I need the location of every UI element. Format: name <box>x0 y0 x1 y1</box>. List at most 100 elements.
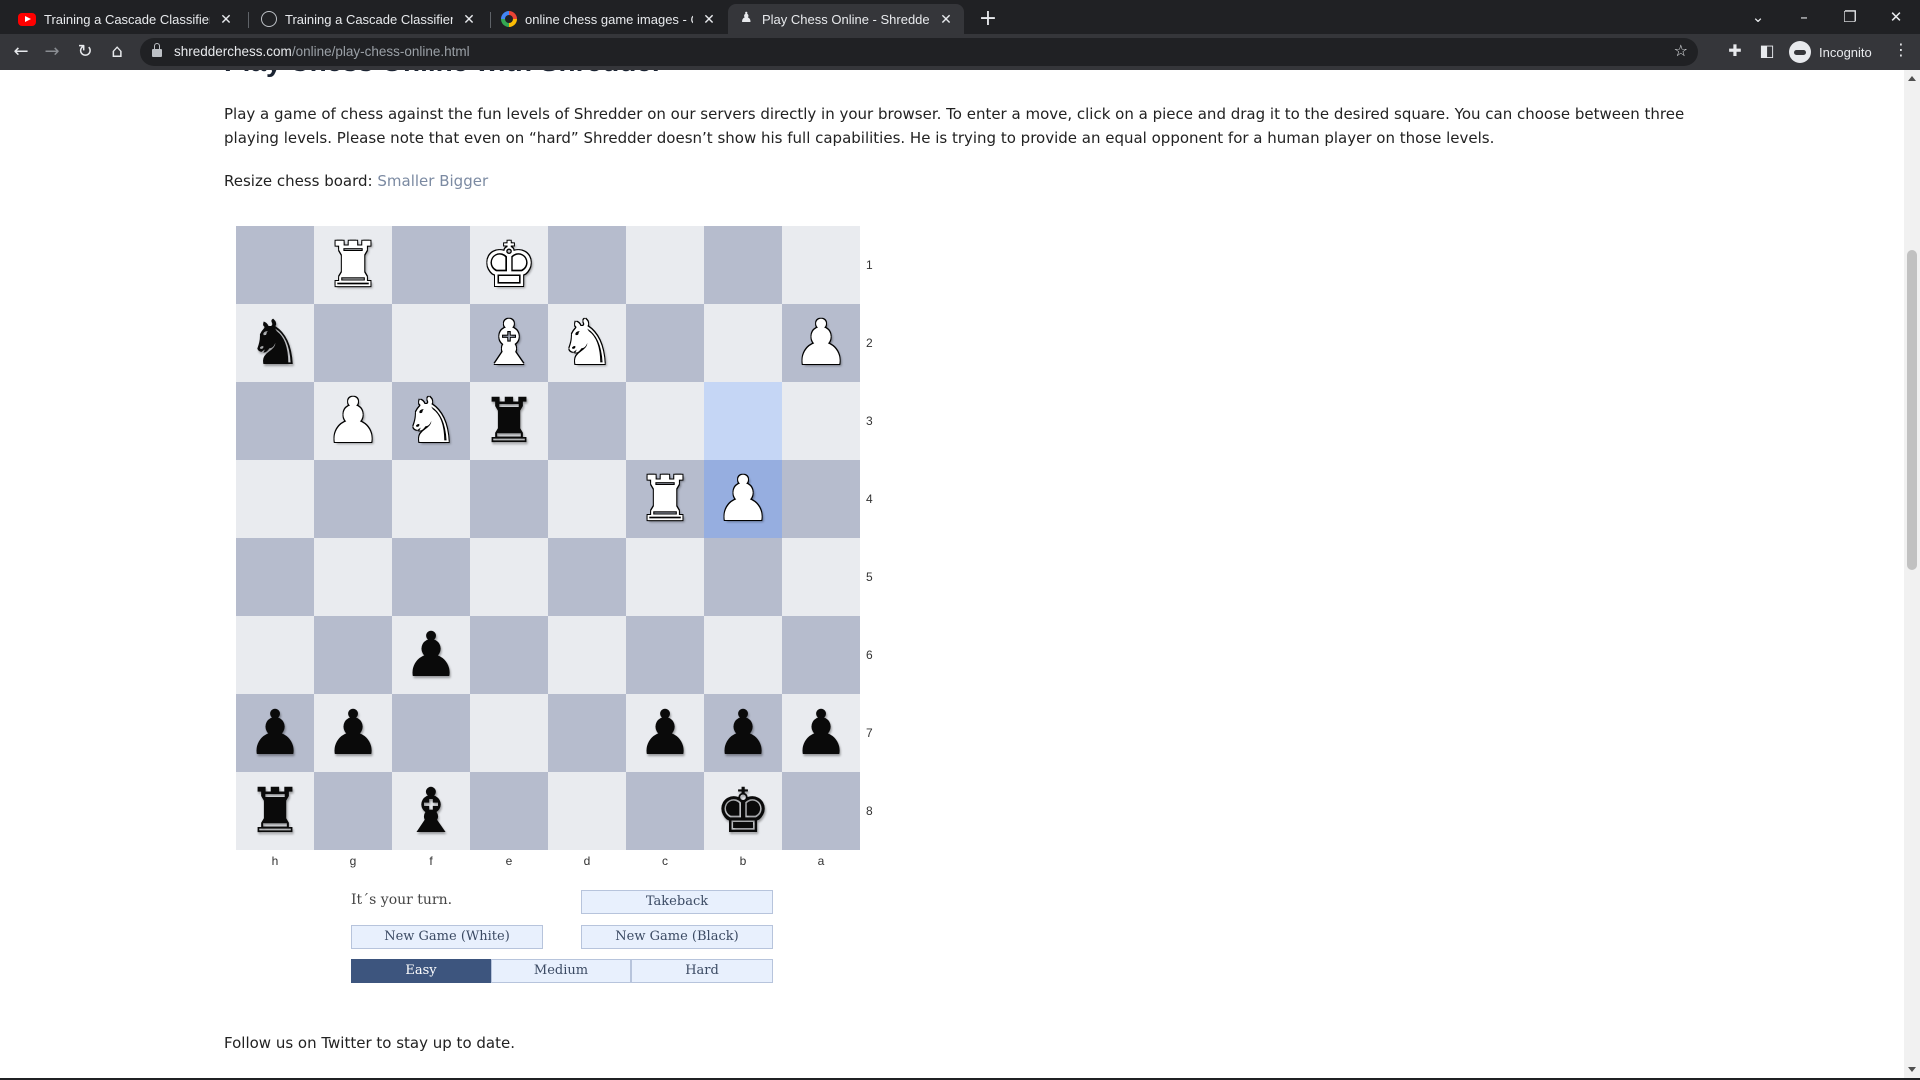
scroll-down-arrow-icon[interactable] <box>1908 1067 1916 1072</box>
square-a8[interactable] <box>782 772 860 850</box>
address-url[interactable]: shredderchess.com/online/play-chess-onli… <box>174 44 470 59</box>
square-e7[interactable] <box>470 694 548 772</box>
level-easy-button[interactable]: Easy <box>351 959 491 983</box>
white-rook-piece[interactable]: ♜ <box>325 234 381 296</box>
white-bishop-piece[interactable]: ♝ <box>481 312 537 374</box>
tab-cascade-learn[interactable]: Training a Cascade Classifier - Le ✕ <box>251 4 487 34</box>
square-g8[interactable] <box>314 772 392 850</box>
close-icon[interactable]: ✕ <box>938 11 954 28</box>
black-bishop-piece[interactable]: ♝ <box>403 780 459 842</box>
square-g4[interactable] <box>314 460 392 538</box>
square-e3[interactable]: ♜ <box>470 382 548 460</box>
black-rook-piece[interactable]: ♜ <box>247 780 303 842</box>
square-h3[interactable] <box>236 382 314 460</box>
square-g5[interactable] <box>314 538 392 616</box>
square-d3[interactable] <box>548 382 626 460</box>
square-b6[interactable] <box>704 616 782 694</box>
black-pawn-piece[interactable]: ♟ <box>403 624 459 686</box>
close-icon[interactable]: ✕ <box>701 11 717 28</box>
incognito-profile[interactable]: Incognito <box>1789 41 1872 63</box>
square-f3[interactable]: ♞ <box>392 382 470 460</box>
level-medium-button[interactable]: Medium <box>491 959 631 983</box>
square-h1[interactable] <box>236 226 314 304</box>
square-a4[interactable] <box>782 460 860 538</box>
square-b3[interactable] <box>704 382 782 460</box>
white-rook-piece[interactable]: ♜ <box>637 468 693 530</box>
black-rook-piece[interactable]: ♜ <box>481 390 537 452</box>
white-king-piece[interactable]: ♚ <box>481 234 537 296</box>
square-f2[interactable] <box>392 304 470 382</box>
black-pawn-piece[interactable]: ♟ <box>715 702 771 764</box>
white-pawn-piece[interactable]: ♟ <box>325 390 381 452</box>
page-scrollbar[interactable] <box>1904 70 1920 1078</box>
minimize-icon[interactable]: – <box>1784 4 1824 30</box>
black-pawn-piece[interactable]: ♟ <box>247 702 303 764</box>
square-g7[interactable]: ♟ <box>314 694 392 772</box>
square-e1[interactable]: ♚ <box>470 226 548 304</box>
square-e2[interactable]: ♝ <box>470 304 548 382</box>
square-h8[interactable]: ♜ <box>236 772 314 850</box>
black-pawn-piece[interactable]: ♟ <box>637 702 693 764</box>
square-d4[interactable] <box>548 460 626 538</box>
square-c8[interactable] <box>626 772 704 850</box>
square-h4[interactable] <box>236 460 314 538</box>
level-hard-button[interactable]: Hard <box>631 959 773 983</box>
tab-cascade-youtube[interactable]: Training a Cascade Classifier - Op ✕ <box>8 4 244 34</box>
square-f8[interactable]: ♝ <box>392 772 470 850</box>
takeback-button[interactable]: Takeback <box>581 890 773 914</box>
side-panel-icon[interactable]: ◧ <box>1756 41 1778 60</box>
chess-board[interactable]: ♜ ♚ 1 ♞ ♝ ♞ ♟ 2 ♟ ♞ ♜ 3 ♜ ♟ 4 5 ♟ 6 ♟ ♟ ♟ ♟ ♟ 7 ♜ ♝ ♚ 8 h g f e d c b a <box>236 226 873 868</box>
square-d6[interactable] <box>548 616 626 694</box>
square-g3[interactable]: ♟ <box>314 382 392 460</box>
square-b1[interactable] <box>704 226 782 304</box>
address-bar[interactable]: shredderchess.com/online/play-chess-onli… <box>140 38 1698 66</box>
square-a7[interactable]: ♟ <box>782 694 860 772</box>
square-f7[interactable] <box>392 694 470 772</box>
square-a6[interactable] <box>782 616 860 694</box>
square-c4[interactable]: ♜ <box>626 460 704 538</box>
square-d2[interactable]: ♞ <box>548 304 626 382</box>
new-game-black-button[interactable]: New Game (Black) <box>581 925 773 949</box>
square-e6[interactable] <box>470 616 548 694</box>
tab-search-chevron-icon[interactable]: ⌄ <box>1738 4 1778 30</box>
square-a3[interactable] <box>782 382 860 460</box>
square-f6[interactable]: ♟ <box>392 616 470 694</box>
scroll-thumb[interactable] <box>1907 250 1917 570</box>
square-e5[interactable] <box>470 538 548 616</box>
square-h6[interactable] <box>236 616 314 694</box>
square-b8[interactable]: ♚ <box>704 772 782 850</box>
tab-google-images[interactable]: online chess game images - Goo ✕ <box>491 4 727 34</box>
square-d5[interactable] <box>548 538 626 616</box>
square-d8[interactable] <box>548 772 626 850</box>
restore-icon[interactable]: ❐ <box>1830 4 1870 30</box>
square-e4[interactable] <box>470 460 548 538</box>
square-g6[interactable] <box>314 616 392 694</box>
extensions-puzzle-icon[interactable]: ✚ <box>1724 41 1746 60</box>
reload-icon[interactable]: ↻ <box>73 40 97 64</box>
white-knight-piece[interactable]: ♞ <box>559 312 615 374</box>
resize-bigger-link[interactable]: Bigger <box>439 172 488 190</box>
square-b4[interactable]: ♟ <box>704 460 782 538</box>
tab-shredder-active[interactable]: Play Chess Online - Shredder Che ✕ <box>728 4 964 34</box>
close-icon[interactable]: ✕ <box>461 11 477 28</box>
black-pawn-piece[interactable]: ♟ <box>325 702 381 764</box>
menu-kebab-icon[interactable]: ⋮ <box>1893 40 1909 59</box>
square-f4[interactable] <box>392 460 470 538</box>
square-b2[interactable] <box>704 304 782 382</box>
square-h5[interactable] <box>236 538 314 616</box>
white-pawn-piece[interactable]: ♟ <box>793 312 849 374</box>
square-g2[interactable] <box>314 304 392 382</box>
square-b7[interactable]: ♟ <box>704 694 782 772</box>
close-icon[interactable]: ✕ <box>218 11 234 28</box>
back-arrow-icon[interactable]: ← <box>9 40 33 64</box>
new-game-white-button[interactable]: New Game (White) <box>351 925 543 949</box>
white-knight-piece[interactable]: ♞ <box>403 390 459 452</box>
square-g1[interactable]: ♜ <box>314 226 392 304</box>
window-close-icon[interactable]: ✕ <box>1876 4 1916 30</box>
black-knight-piece[interactable]: ♞ <box>247 312 303 374</box>
square-c7[interactable]: ♟ <box>626 694 704 772</box>
square-b5[interactable] <box>704 538 782 616</box>
square-a5[interactable] <box>782 538 860 616</box>
home-icon[interactable]: ⌂ <box>105 40 129 64</box>
square-a2[interactable]: ♟ <box>782 304 860 382</box>
